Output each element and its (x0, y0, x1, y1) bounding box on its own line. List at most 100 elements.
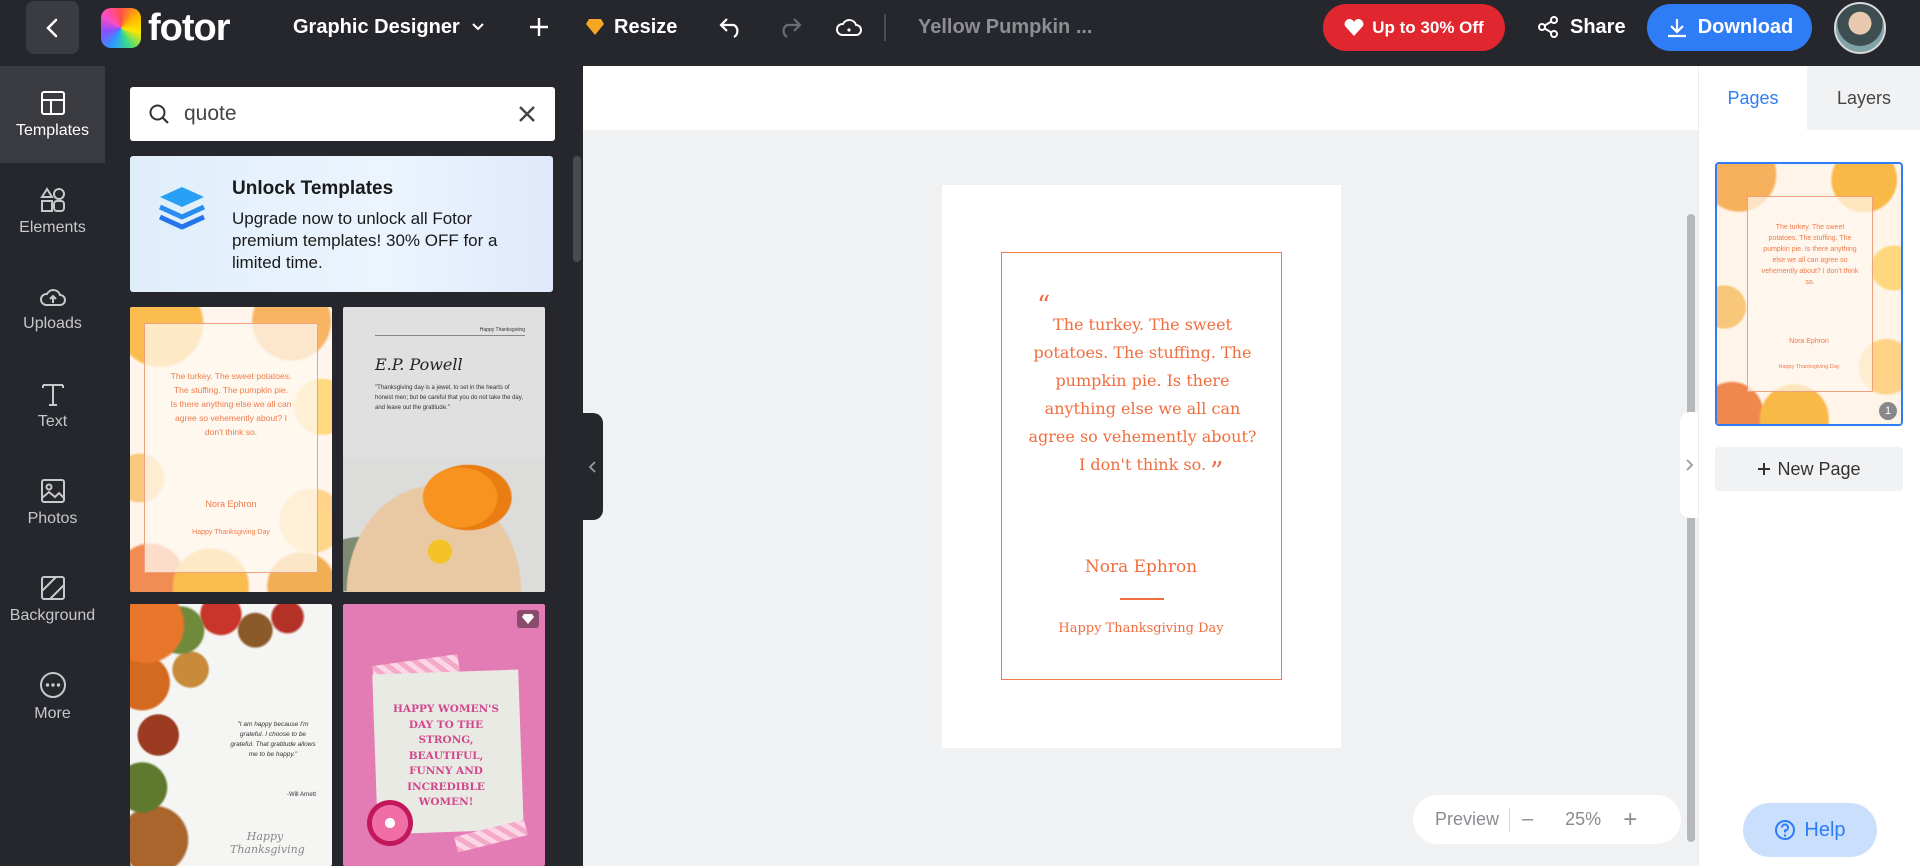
rail-label-uploads: Uploads (23, 314, 82, 332)
top-bar: fotor Graphic Designer Resize Yellow Pum… (0, 0, 1920, 66)
pumpkin-image (343, 457, 545, 592)
rail-label-background: Background (9, 606, 96, 624)
download-label: Download (1697, 16, 1794, 38)
share-icon (1538, 16, 1558, 38)
template-card-4[interactable]: HAPPY WOMEN'S DAY TO THE STRONG, BEAUTIF… (343, 604, 545, 866)
share-button[interactable]: Share (1536, 0, 1626, 54)
template-search[interactable]: quote (130, 87, 555, 141)
card-quote: The turkey. The sweet potatoes. The stuf… (170, 371, 292, 437)
help-icon (1775, 820, 1796, 840)
card-quote: "I am happy because I'm grateful. I choo… (230, 721, 316, 758)
preview-button[interactable]: Preview (1435, 809, 1499, 830)
photos-icon (40, 478, 65, 503)
page-number-badge: 1 (1879, 402, 1897, 420)
more-icon (39, 671, 66, 698)
page-thumbnail[interactable]: The turkey. The sweet potatoes. The stuf… (1715, 162, 1903, 426)
rail-item-templates[interactable]: Templates (0, 66, 105, 163)
author-divider (1120, 598, 1164, 600)
template-card-3[interactable]: "I am happy because I'm grateful. I choo… (130, 604, 332, 866)
unlock-title: Unlock Templates (232, 178, 394, 199)
download-icon (1667, 18, 1686, 37)
search-input[interactable]: quote (184, 102, 517, 126)
templates-panel: quote Unlock Templates Upgrade now to un… (105, 66, 583, 866)
clear-search-icon[interactable] (517, 104, 537, 124)
template-card-1[interactable]: The turkey. The sweet potatoes. The stuf… (130, 307, 332, 592)
download-button[interactable]: Download (1647, 4, 1812, 51)
plus-icon (530, 18, 548, 36)
cloud-save-button[interactable] (835, 0, 863, 54)
plus-icon (1758, 463, 1771, 475)
thumbnail-quote: The turkey. The sweet potatoes. The stuf… (1761, 224, 1859, 286)
mode-dropdown[interactable]: Graphic Designer (293, 0, 486, 54)
rail-item-elements[interactable]: Elements (0, 163, 105, 260)
rail-label-elements: Elements (19, 218, 86, 236)
rail-label-photos: Photos (27, 509, 78, 527)
heart-diamond-icon (1344, 18, 1364, 36)
panel-scrollbar[interactable] (573, 156, 581, 262)
rail-label-more: More (34, 704, 71, 722)
rail-item-text[interactable]: Text (0, 357, 105, 454)
mode-label: Graphic Designer (293, 15, 460, 38)
rail-item-background[interactable]: Background (0, 551, 105, 648)
zoom-controls: Preview – 25% + (1413, 795, 1681, 844)
promo-label: Up to 30% Off (1372, 17, 1484, 37)
zoom-out-button[interactable]: – (1522, 808, 1533, 831)
tab-layers[interactable]: Layers (1807, 66, 1920, 130)
resize-button[interactable]: Resize (585, 0, 677, 54)
new-page-button[interactable]: New Page (1715, 447, 1903, 491)
left-rail: Templates Elements Uploads Text Photos B… (0, 66, 105, 866)
premium-badge (517, 610, 539, 628)
card-author: Nora Ephron (205, 499, 257, 509)
diamond-icon (586, 19, 604, 35)
help-button[interactable]: Help (1743, 803, 1877, 857)
canvas-scrollbar[interactable] (1687, 214, 1695, 842)
expand-right-panel-button[interactable] (1680, 412, 1698, 518)
rail-item-photos[interactable]: Photos (0, 454, 105, 551)
rail-label-templates: Templates (16, 121, 89, 139)
logo-mark-icon (101, 8, 141, 48)
zoom-in-button[interactable]: + (1623, 806, 1637, 834)
background-icon (40, 575, 65, 600)
card-quote: "Thanksgiving day is a jewel, to set in … (375, 385, 523, 411)
add-button[interactable] (527, 0, 551, 54)
chevron-down-icon (472, 23, 484, 31)
right-panel: Pages Layers The turkey. The sweet potat… (1698, 66, 1920, 866)
rail-item-more[interactable]: More (0, 648, 105, 745)
chevron-right-small-icon (1686, 459, 1694, 471)
chevron-left-icon (45, 18, 57, 37)
new-page-label: New Page (1777, 458, 1861, 479)
thumbnail-author: Nora Ephron (1789, 338, 1829, 345)
redo-button[interactable] (777, 0, 803, 54)
footer-text[interactable]: Happy Thanksgiving Day (1002, 621, 1280, 636)
card-heading: E.P. Powell (375, 355, 463, 374)
undo-icon (719, 18, 739, 38)
template-card-2[interactable]: Happy Thanksgiving E.P. Powell "Thanksgi… (343, 307, 545, 592)
zoom-value[interactable]: 25% (1565, 809, 1601, 830)
user-avatar[interactable] (1834, 2, 1886, 54)
canvas-toolbar-area (583, 66, 1698, 130)
layers-stack-icon (158, 187, 206, 230)
back-button[interactable] (26, 1, 79, 54)
unlock-templates-banner[interactable]: Unlock Templates Upgrade now to unlock a… (130, 156, 553, 292)
card-tag: Happy Thanksgiving (479, 327, 525, 333)
premium-diamond-icon (522, 614, 534, 624)
rail-label-text: Text (37, 412, 68, 430)
templates-icon (40, 90, 65, 115)
card-quote: HAPPY WOMEN'S DAY TO THE STRONG, BEAUTIF… (393, 703, 499, 808)
rail-item-uploads[interactable]: Uploads (0, 260, 105, 357)
collapse-panel-button[interactable] (583, 413, 603, 520)
search-icon (149, 104, 169, 124)
quote-text[interactable]: The turkey. The sweet potatoes. The stuf… (1027, 311, 1258, 479)
document-title[interactable]: Yellow Pumpkin ... (918, 0, 1092, 54)
card-footer: Happy Thanksgiving (230, 830, 305, 856)
share-label: Share (1570, 15, 1626, 38)
logo-text: fotor (148, 7, 231, 49)
design-page[interactable]: “ The turkey. The sweet potatoes. The st… (942, 185, 1341, 748)
unlock-description: Upgrade now to unlock all Fotor premium … (232, 209, 498, 272)
promo-button[interactable]: Up to 30% Off (1323, 4, 1505, 51)
close-quote-mark: ” (1210, 457, 1224, 487)
undo-button[interactable] (718, 0, 744, 54)
tab-pages[interactable]: Pages (1699, 66, 1807, 130)
fotor-logo[interactable]: fotor (101, 7, 231, 49)
author-name[interactable]: Nora Ephron (1002, 557, 1280, 577)
